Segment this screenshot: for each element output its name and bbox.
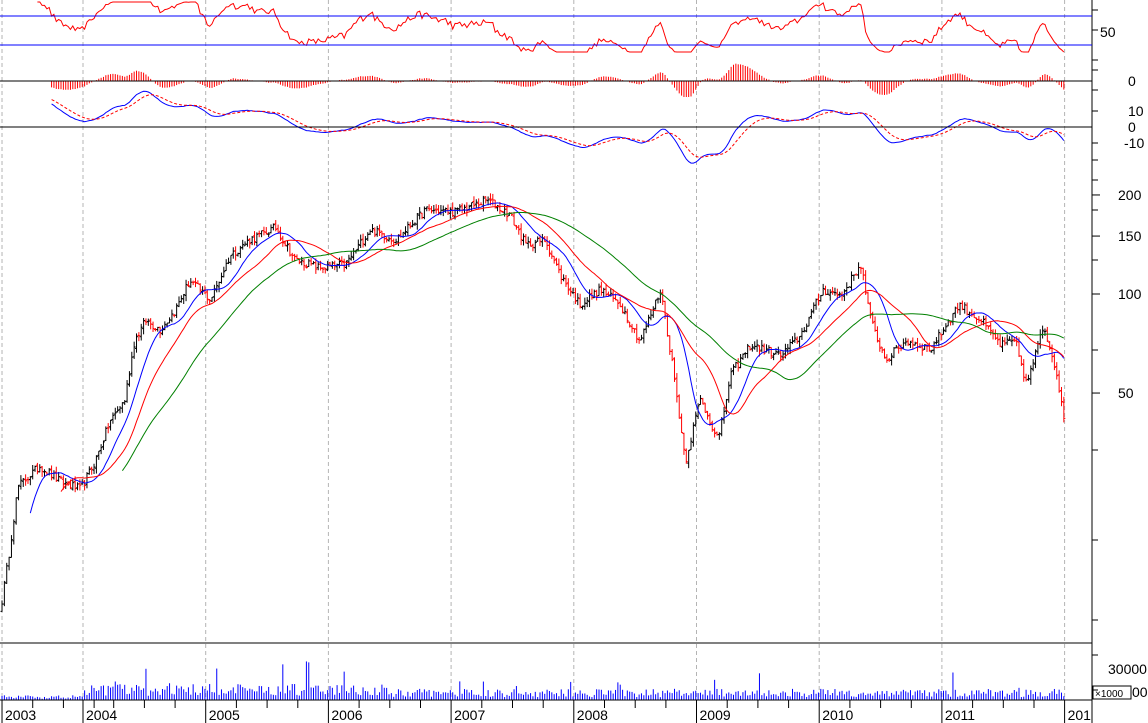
year-label: 201 — [1068, 707, 1092, 723]
macd-tick-label: 0 — [1128, 119, 1136, 135]
price-panel — [0, 193, 1066, 612]
price-tick-label: 150 — [1118, 228, 1142, 244]
year-label: 2011 — [945, 707, 975, 723]
price-tick-label: 100 — [1118, 286, 1142, 302]
macd-tick-label: 10 — [1128, 103, 1144, 119]
macd-histogram-panel — [51, 63, 1065, 97]
price-tick-label: 200 — [1118, 187, 1142, 203]
stock-chart: 50 0 10 0 -10 30000 ×1000 00 200 150 100 50… — [0, 0, 1148, 723]
year-label: 2003 — [5, 707, 36, 723]
moving-average-line — [121, 211, 1065, 471]
price-ticks: 200 150 100 50 — [1092, 187, 1142, 401]
year-label: 2010 — [822, 707, 853, 723]
volume-unit-tail: 00 — [1132, 684, 1148, 700]
volume-panel — [1, 661, 1065, 700]
rsi-tick-label: 50 — [1100, 24, 1116, 40]
year-label: 2006 — [331, 707, 362, 723]
year-label: 2008 — [577, 707, 608, 723]
price-tick-label: 50 — [1118, 385, 1134, 401]
signal-line — [51, 94, 1065, 158]
year-label: 2005 — [209, 707, 240, 723]
macd-tick-label: -10 — [1124, 135, 1144, 151]
x-ticks: 2003 2004 2005 2006 2007 2008 2009 2010 2011 201 — [1, 700, 1092, 723]
year-label: 2009 — [700, 707, 731, 723]
volume-unit-label: ×1000 — [1095, 689, 1124, 700]
histogram-tick-label: 0 — [1128, 73, 1136, 89]
volume-tick-label: 30000 — [1108, 661, 1147, 677]
year-label: 2007 — [454, 707, 485, 723]
year-label: 2004 — [86, 707, 117, 723]
